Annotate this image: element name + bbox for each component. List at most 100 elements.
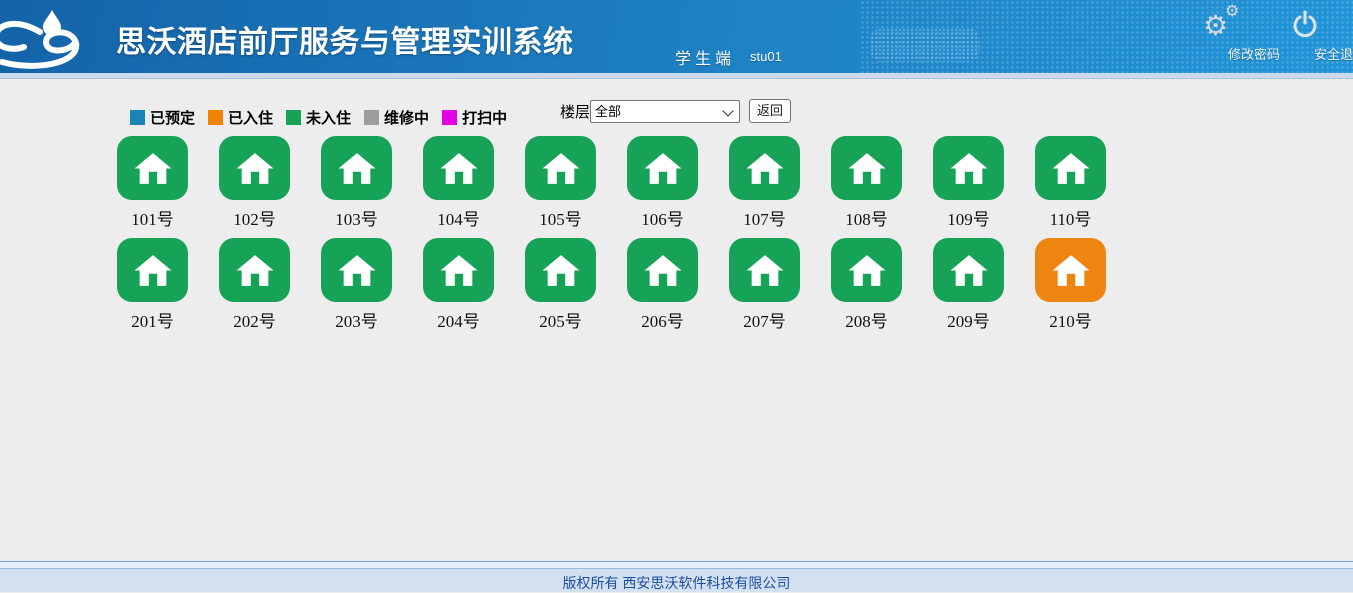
house-icon xyxy=(439,150,479,187)
room-tile[interactable]: 205号 xyxy=(525,238,596,332)
room-tile[interactable]: 101号 xyxy=(117,136,188,230)
gear-icon: ⚙ xyxy=(1225,4,1239,20)
room-number-label: 203号 xyxy=(335,307,378,332)
room-tile-vacant[interactable] xyxy=(321,136,392,200)
house-icon xyxy=(847,252,887,289)
house-icon xyxy=(1051,150,1091,187)
room-number-label: 206号 xyxy=(641,307,684,332)
header-divider xyxy=(0,73,1353,79)
room-number-label: 110号 xyxy=(1050,205,1092,230)
footer: 版权所有 西安思沃软件科技有限公司 xyxy=(0,569,1353,592)
legend: 已预定已入住未入住维修中打扫中 xyxy=(130,107,507,128)
room-number-label: 210号 xyxy=(1049,307,1092,332)
room-tile-vacant[interactable] xyxy=(423,238,494,302)
room-tile-vacant[interactable] xyxy=(117,136,188,200)
room-tile-vacant[interactable] xyxy=(1035,136,1106,200)
room-tile-vacant[interactable] xyxy=(729,136,800,200)
room-tile[interactable]: 106号 xyxy=(627,136,698,230)
room-tile[interactable]: 102号 xyxy=(219,136,290,230)
room-number-label: 107号 xyxy=(743,205,786,230)
room-tile-vacant[interactable] xyxy=(627,238,698,302)
room-tile[interactable]: 207号 xyxy=(729,238,800,332)
room-number-label: 208号 xyxy=(845,307,888,332)
floor-filter: 楼层 全部 返回 xyxy=(560,99,791,123)
room-tile[interactable]: 209号 xyxy=(933,238,1004,332)
status-swatch xyxy=(130,110,145,125)
room-tile[interactable]: 105号 xyxy=(525,136,596,230)
legend-item: 未入住 xyxy=(286,107,351,128)
room-tile-vacant[interactable] xyxy=(117,238,188,302)
room-number-label: 102号 xyxy=(233,205,276,230)
room-number-label: 201号 xyxy=(131,307,174,332)
room-tile-vacant[interactable] xyxy=(933,238,1004,302)
house-icon xyxy=(235,252,275,289)
room-number-label: 104号 xyxy=(437,205,480,230)
room-tile-vacant[interactable] xyxy=(219,238,290,302)
room-number-label: 202号 xyxy=(233,307,276,332)
floor-select[interactable]: 全部 xyxy=(590,100,740,123)
room-tile-vacant[interactable] xyxy=(423,136,494,200)
room-row: 101号 102号 103号 104号 105号 106号 107号 108号 … xyxy=(117,136,1106,230)
house-icon xyxy=(745,150,785,187)
room-number-label: 105号 xyxy=(539,205,582,230)
room-tile[interactable]: 103号 xyxy=(321,136,392,230)
portal-label: 学生端 xyxy=(675,45,735,69)
logout-power-icon[interactable] xyxy=(1292,10,1318,40)
room-number-label: 106号 xyxy=(641,205,684,230)
room-row: 201号 202号 203号 204号 205号 206号 207号 208号 … xyxy=(117,238,1106,332)
room-grid: 101号 102号 103号 104号 105号 106号 107号 108号 … xyxy=(117,136,1106,340)
room-number-label: 103号 xyxy=(335,205,378,230)
app-header: 思沃酒店前厅服务与管理实训系统 学生端 stu01 ⚙ ⚙ 修改密码 安全退出 xyxy=(0,0,1353,73)
room-tile[interactable]: 202号 xyxy=(219,238,290,332)
back-button[interactable]: 返回 xyxy=(749,99,791,123)
power-icon xyxy=(1292,10,1318,40)
room-tile[interactable]: 208号 xyxy=(831,238,902,332)
room-tile-vacant[interactable] xyxy=(729,238,800,302)
change-password-button[interactable]: 修改密码 xyxy=(1228,44,1280,63)
room-tile[interactable]: 203号 xyxy=(321,238,392,332)
room-tile[interactable]: 109号 xyxy=(933,136,1004,230)
room-tile-vacant[interactable] xyxy=(933,136,1004,200)
status-swatch xyxy=(208,110,223,125)
house-icon xyxy=(235,150,275,187)
house-icon xyxy=(949,150,989,187)
legend-item: 维修中 xyxy=(364,107,429,128)
house-icon xyxy=(337,150,377,187)
house-icon xyxy=(643,252,683,289)
house-icon xyxy=(847,150,887,187)
room-tile[interactable]: 107号 xyxy=(729,136,800,230)
username-label: stu01 xyxy=(750,49,782,64)
legend-label: 维修中 xyxy=(384,107,429,128)
room-tile-vacant[interactable] xyxy=(831,238,902,302)
room-tile-vacant[interactable] xyxy=(219,136,290,200)
room-number-label: 207号 xyxy=(743,307,786,332)
room-tile[interactable]: 210号 xyxy=(1035,238,1106,332)
house-icon xyxy=(337,252,377,289)
room-number-label: 101号 xyxy=(131,205,174,230)
legend-label: 已入住 xyxy=(228,107,273,128)
room-tile[interactable]: 204号 xyxy=(423,238,494,332)
room-tile[interactable]: 201号 xyxy=(117,238,188,332)
logout-button[interactable]: 安全退出 xyxy=(1314,44,1353,63)
legend-item: 打扫中 xyxy=(442,107,507,128)
change-password-gear-icon[interactable]: ⚙ ⚙ xyxy=(1203,6,1243,44)
copyright-text: 版权所有 西安思沃软件科技有限公司 xyxy=(563,573,791,593)
room-number-label: 204号 xyxy=(437,307,480,332)
room-tile[interactable]: 206号 xyxy=(627,238,698,332)
status-swatch xyxy=(286,110,301,125)
house-icon xyxy=(745,252,785,289)
room-tile[interactable]: 104号 xyxy=(423,136,494,230)
page-title: 思沃酒店前厅服务与管理实训系统 xyxy=(116,17,574,61)
legend-item: 已入住 xyxy=(208,107,273,128)
room-tile-vacant[interactable] xyxy=(525,136,596,200)
room-tile-vacant[interactable] xyxy=(831,136,902,200)
app-logo-icon xyxy=(0,4,112,70)
room-tile-vacant[interactable] xyxy=(525,238,596,302)
room-tile[interactable]: 110号 xyxy=(1035,136,1106,230)
room-tile-vacant[interactable] xyxy=(627,136,698,200)
room-tile-vacant[interactable] xyxy=(321,238,392,302)
room-tile[interactable]: 108号 xyxy=(831,136,902,230)
room-number-label: 109号 xyxy=(947,205,990,230)
room-tile-occupied[interactable] xyxy=(1035,238,1106,302)
house-icon xyxy=(133,150,173,187)
